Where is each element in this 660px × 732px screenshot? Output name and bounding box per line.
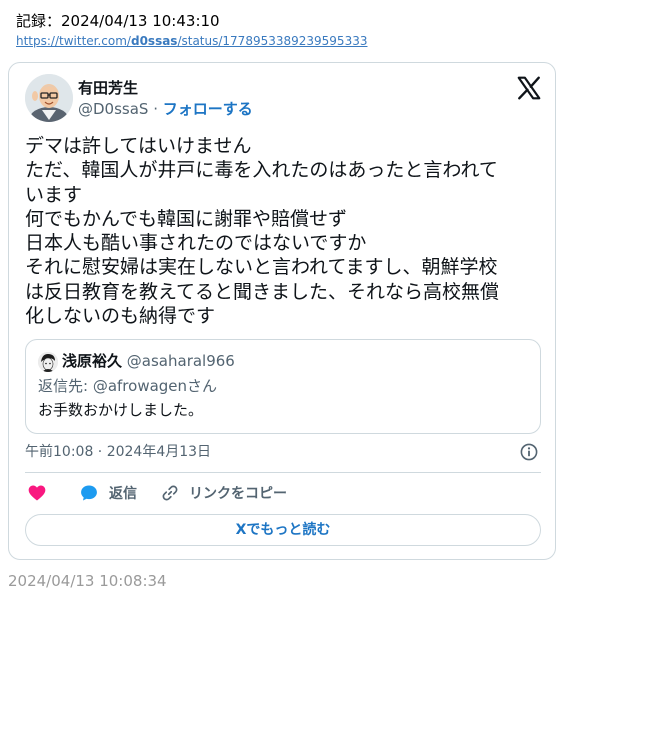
tweet-actions-bar: 返信 リンクをコピー [25, 483, 541, 503]
follow-button[interactable]: フォローする [163, 100, 253, 118]
author-handle[interactable]: @D0ssaS [78, 100, 148, 118]
quoted-author-handle: @asaharal966 [126, 352, 235, 370]
reply-label: 返信 [109, 486, 137, 502]
author-handle-line: @D0ssaS · フォローする [78, 99, 253, 119]
tweet-text-line: デマは許してはいけません [25, 135, 252, 157]
record-timestamp: 記録：2024/04/13 10:43:10 [16, 12, 220, 30]
quoted-tweet[interactable]: 浅原裕久 @asaharal966 返信先: @afrowagenさん お手数お… [25, 339, 541, 434]
tweet-text-line: それに慰安婦は実在しないと言われてますし、朝鮮学校 [25, 256, 498, 279]
tweet-text-line: ただ、韓国人が井戸に毒を入れたのはあったと言われて [25, 159, 498, 182]
author-avatar[interactable] [25, 74, 73, 122]
info-icon[interactable] [520, 443, 538, 461]
tweet-text-line: 化しないのも納得です [25, 305, 216, 328]
quoted-author-avatar [38, 352, 58, 372]
reply-button[interactable]: 返信 [79, 483, 137, 503]
author-name[interactable]: 有田芳生 [78, 78, 138, 98]
tweet-body: デマは許してはいけません ただ、韓国人が井戸に毒を入れたのはあったと言われて い… [25, 134, 545, 328]
quoted-tweet-text: お手数おかけしました。 [38, 401, 204, 419]
reply-to-handle[interactable]: @afrowagen [93, 377, 187, 395]
quoted-author-name: 浅原裕久 [62, 352, 123, 370]
captured-timestamp: 2024/04/13 10:08:34 [8, 572, 167, 590]
read-more-button[interactable]: Xでもっと読む [25, 514, 541, 546]
quoted-reply-to: 返信先: @afrowagenさん [38, 377, 218, 395]
x-logo-icon[interactable] [516, 75, 542, 101]
like-button[interactable] [27, 483, 47, 503]
tweet-timestamp[interactable]: 午前10:08 · 2024年4月13日 [25, 443, 211, 461]
tweet-text-line: 何でもかんでも韓国に謝罪や賠償せず [25, 207, 348, 230]
copy-link-label: リンクをコピー [189, 486, 287, 502]
quoted-author-line: 浅原裕久 @asaharal966 [62, 351, 235, 371]
tweet-text-line: います [25, 183, 83, 206]
copy-link-button[interactable]: リンクをコピー [160, 483, 287, 503]
tweet-text-line: は反日教育を教えてると聞きました、それなら高校無償 [25, 280, 500, 303]
source-tweet-link[interactable]: https://twitter.com/d0ssas/status/177895… [16, 33, 367, 49]
heart-icon [27, 483, 47, 503]
link-icon [160, 483, 180, 503]
divider [25, 472, 541, 473]
separator-dot: · [153, 100, 158, 118]
speech-bubble-icon [79, 483, 99, 503]
embedded-tweet-card: 有田芳生 @D0ssaS · フォローする デマは許してはいけません ただ、韓国… [8, 62, 556, 560]
tweet-text-line: 日本人も酷い事されたのではないですか [25, 232, 367, 255]
